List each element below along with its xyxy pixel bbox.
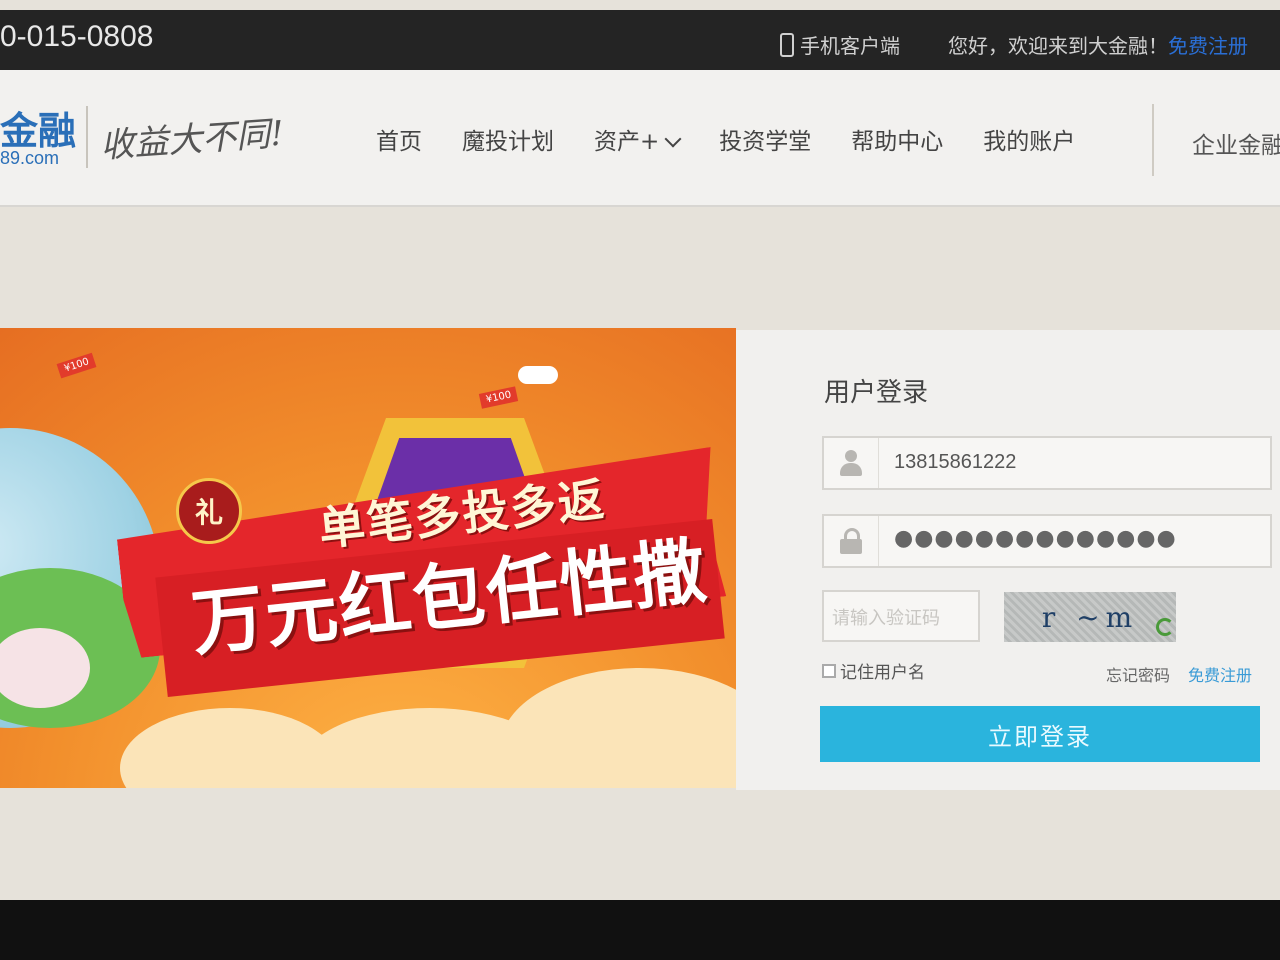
- nav-label: 资产+: [594, 129, 660, 155]
- password-dots: ●●●●●●●●●●●●●●: [894, 526, 1177, 551]
- chevron-down-icon: [664, 130, 682, 148]
- username-field[interactable]: 13815861222: [822, 436, 1272, 490]
- captcha-input[interactable]: 请输入验证码: [822, 590, 980, 642]
- nav-divider: [1152, 104, 1154, 176]
- captcha-image[interactable]: r ~m: [1004, 592, 1176, 642]
- remember-checkbox[interactable]: [822, 663, 836, 678]
- forgot-password-link[interactable]: 忘记密码: [1106, 662, 1170, 686]
- welcome-text: 您好，欢迎来到大金融！免费注册: [948, 30, 1248, 59]
- nav-label: 魔投计划: [462, 129, 554, 155]
- top-bar: 0-015-0808 手机客户端 您好，欢迎来到大金融！免费注册: [0, 10, 1280, 70]
- nav-item-home[interactable]: 首页: [376, 122, 422, 156]
- gift-badge-icon: 礼: [176, 478, 242, 544]
- nav-label: 我的账户: [983, 129, 1076, 155]
- nav-item-plan[interactable]: 魔投计划: [462, 122, 554, 156]
- field-icon-box: [824, 516, 879, 566]
- lock-icon: [840, 528, 862, 554]
- logo-text[interactable]: 金融: [0, 100, 76, 155]
- top-register-link[interactable]: 免费注册: [1168, 34, 1248, 58]
- cloud-illustration: [500, 668, 736, 788]
- username-value: 13815861222: [894, 451, 1017, 473]
- hotline-number: 0-015-0808: [0, 20, 154, 53]
- user-icon: [840, 450, 862, 476]
- login-panel: 用户登录 13815861222 ●●●●●●●●●●●●●● 请输入验证码 r…: [736, 330, 1280, 790]
- promo-banner[interactable]: ¥100 ¥100 礼 单笔多投多返 万元红包任性撒: [0, 328, 736, 788]
- slogan: 收益大不同!: [99, 113, 286, 167]
- nav-item-account[interactable]: 我的账户: [983, 122, 1075, 156]
- nav-label: 投资学堂: [719, 129, 812, 155]
- login-title: 用户登录: [824, 378, 929, 408]
- logo-domain: 89.com: [0, 148, 60, 168]
- field-icon-box: [824, 438, 879, 488]
- register-link[interactable]: 免费注册: [1188, 662, 1252, 686]
- small-cloud-illustration: [518, 366, 558, 384]
- main-nav: 首页 魔投计划 资产+ 投资学堂 帮助中心 我的账户: [376, 122, 1115, 156]
- mobile-phone-icon: [780, 32, 794, 57]
- nav-item-enterprise[interactable]: 企业金融: [1192, 126, 1280, 160]
- money-note: ¥100: [56, 352, 97, 379]
- money-note: ¥100: [478, 386, 519, 409]
- nav-item-help[interactable]: 帮助中心: [851, 122, 943, 156]
- refresh-icon[interactable]: [1156, 618, 1174, 636]
- remember-username[interactable]: 记住用户名: [822, 658, 925, 683]
- mobile-client-label: 手机客户端: [800, 34, 900, 58]
- login-button[interactable]: 立即登录: [820, 706, 1260, 762]
- screen: 0-015-0808 手机客户端 您好，欢迎来到大金融！免费注册 金融 89.c…: [0, 0, 1280, 900]
- password-field[interactable]: ●●●●●●●●●●●●●●: [822, 514, 1272, 568]
- nav-label: 首页: [376, 129, 422, 155]
- nav-item-school[interactable]: 投资学堂: [719, 122, 811, 156]
- monitor-bezel: [0, 900, 1280, 960]
- logo-divider: [86, 106, 88, 168]
- mobile-client-link[interactable]: 手机客户端: [780, 30, 900, 59]
- remember-label: 记住用户名: [840, 663, 925, 683]
- nav-item-assets[interactable]: 资产+: [594, 122, 682, 156]
- nav-label: 帮助中心: [851, 129, 944, 155]
- welcome-message: 您好，欢迎来到大金融！: [948, 34, 1168, 58]
- site-header: 金融 89.com 收益大不同! 首页 魔投计划 资产+ 投资学堂 帮助中心 我…: [0, 70, 1280, 207]
